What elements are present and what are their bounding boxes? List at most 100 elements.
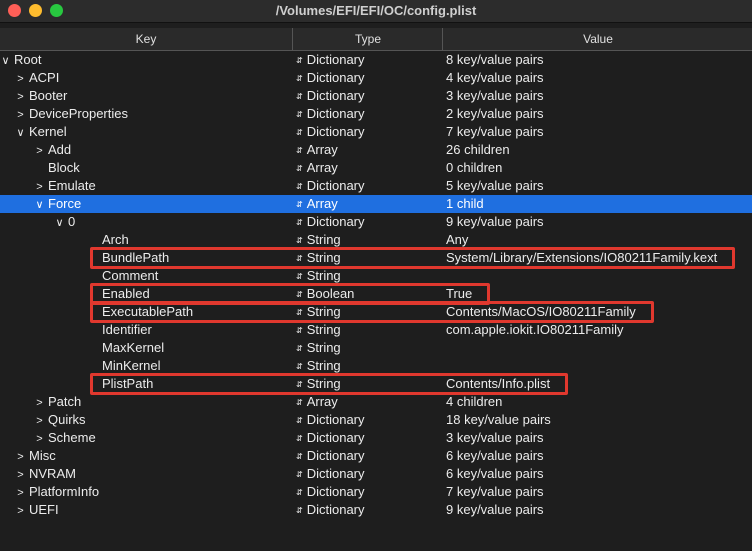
column-header-value[interactable]: Value bbox=[442, 28, 752, 50]
table-row[interactable]: MaxKernel ⇵ String bbox=[0, 339, 752, 357]
key-cell[interactable]: ∨ 0 bbox=[0, 213, 344, 232]
type-cell[interactable]: ⇵ String bbox=[296, 249, 442, 268]
key-cell[interactable]: > Misc bbox=[0, 447, 305, 466]
type-cell[interactable]: ⇵ Array bbox=[296, 141, 442, 160]
value-cell[interactable]: 3 key/value pairs bbox=[446, 87, 752, 105]
type-cell[interactable]: ⇵ Dictionary bbox=[296, 105, 442, 124]
table-row[interactable]: Enabled ⇵ Boolean True bbox=[0, 285, 752, 303]
value-cell[interactable]: 0 children bbox=[446, 159, 752, 177]
column-header-key[interactable]: Key bbox=[0, 28, 292, 50]
table-row[interactable]: Identifier ⇵ String com.apple.iokit.IO80211… bbox=[0, 321, 752, 339]
type-popup-arrows-icon[interactable]: ⇵ bbox=[296, 488, 303, 497]
value-cell[interactable]: 2 key/value pairs bbox=[446, 105, 752, 123]
key-cell[interactable]: > Booter bbox=[0, 87, 305, 106]
value-cell[interactable]: Contents/MacOS/IO80211Family bbox=[446, 303, 752, 321]
type-cell[interactable]: ⇵ String bbox=[296, 267, 442, 286]
key-cell[interactable]: > NVRAM bbox=[0, 465, 305, 484]
table-row[interactable]: PlistPath ⇵ String Contents/Info.plist bbox=[0, 375, 752, 393]
type-popup-arrows-icon[interactable]: ⇵ bbox=[296, 362, 303, 371]
type-cell[interactable]: ⇵ Dictionary bbox=[296, 123, 442, 142]
disclosure-collapsed-icon[interactable]: > bbox=[34, 394, 45, 412]
type-cell[interactable]: ⇵ Array bbox=[296, 195, 442, 214]
disclosure-expanded-icon[interactable]: ∨ bbox=[54, 214, 65, 232]
type-popup-arrows-icon[interactable]: ⇵ bbox=[296, 380, 303, 389]
type-cell[interactable]: ⇵ Boolean bbox=[296, 285, 442, 304]
disclosure-collapsed-icon[interactable]: > bbox=[15, 448, 26, 466]
column-header-type[interactable]: Type bbox=[292, 28, 443, 50]
disclosure-collapsed-icon[interactable]: > bbox=[34, 178, 45, 196]
type-cell[interactable]: ⇵ String bbox=[296, 339, 442, 358]
table-row[interactable]: MinKernel ⇵ String bbox=[0, 357, 752, 375]
type-cell[interactable]: ⇵ Dictionary bbox=[296, 447, 442, 466]
type-popup-arrows-icon[interactable]: ⇵ bbox=[296, 254, 303, 263]
type-popup-arrows-icon[interactable]: ⇵ bbox=[296, 200, 303, 209]
disclosure-collapsed-icon[interactable]: > bbox=[15, 70, 26, 88]
disclosure-collapsed-icon[interactable]: > bbox=[15, 484, 26, 502]
table-row[interactable]: > NVRAM ⇵ Dictionary 6 key/value pairs bbox=[0, 465, 752, 483]
table-row[interactable]: ExecutablePath ⇵ String Contents/MacOS/IO80… bbox=[0, 303, 752, 321]
type-cell[interactable]: ⇵ Dictionary bbox=[296, 177, 442, 196]
type-popup-arrows-icon[interactable]: ⇵ bbox=[296, 308, 303, 317]
disclosure-collapsed-icon[interactable]: > bbox=[15, 88, 26, 106]
type-popup-arrows-icon[interactable]: ⇵ bbox=[296, 344, 303, 353]
value-cell[interactable]: True bbox=[446, 285, 752, 303]
type-popup-arrows-icon[interactable]: ⇵ bbox=[296, 92, 303, 101]
disclosure-expanded-icon[interactable]: ∨ bbox=[34, 196, 45, 214]
table-row[interactable]: > Scheme ⇵ Dictionary 3 key/value pairs bbox=[0, 429, 752, 447]
key-cell[interactable]: > ACPI bbox=[0, 69, 305, 88]
table-row[interactable]: > PlatformInfo ⇵ Dictionary 7 key/value pair… bbox=[0, 483, 752, 501]
key-cell[interactable]: ∨ Kernel bbox=[0, 123, 305, 142]
type-popup-arrows-icon[interactable]: ⇵ bbox=[296, 398, 303, 407]
value-cell[interactable]: Contents/Info.plist bbox=[446, 375, 752, 393]
table-row[interactable]: ∨ Root ⇵ Dictionary 8 key/value pairs bbox=[0, 51, 752, 69]
table-row[interactable]: > Emulate ⇵ Dictionary 5 key/value pairs bbox=[0, 177, 752, 195]
type-cell[interactable]: ⇵ Dictionary bbox=[296, 51, 442, 70]
value-cell[interactable]: 9 key/value pairs bbox=[446, 213, 752, 231]
type-popup-arrows-icon[interactable]: ⇵ bbox=[296, 452, 303, 461]
value-cell[interactable]: 18 key/value pairs bbox=[446, 411, 752, 429]
table-row[interactable]: > UEFI ⇵ Dictionary 9 key/value pairs bbox=[0, 501, 752, 519]
type-popup-arrows-icon[interactable]: ⇵ bbox=[296, 434, 303, 443]
table-row[interactable]: > Misc ⇵ Dictionary 6 key/value pairs bbox=[0, 447, 752, 465]
value-cell[interactable]: 8 key/value pairs bbox=[446, 51, 752, 69]
type-popup-arrows-icon[interactable]: ⇵ bbox=[296, 146, 303, 155]
disclosure-expanded-icon[interactable]: ∨ bbox=[15, 124, 26, 142]
key-cell[interactable]: Block bbox=[0, 159, 324, 177]
value-cell[interactable]: System/Library/Extensions/IO80211Family.… bbox=[446, 249, 752, 267]
key-cell[interactable]: > Add bbox=[0, 141, 324, 160]
key-cell[interactable]: > Patch bbox=[0, 393, 324, 412]
value-cell[interactable]: 3 key/value pairs bbox=[446, 429, 752, 447]
key-cell[interactable]: > DeviceProperties bbox=[0, 105, 305, 124]
type-popup-arrows-icon[interactable]: ⇵ bbox=[296, 110, 303, 119]
type-popup-arrows-icon[interactable]: ⇵ bbox=[296, 218, 303, 227]
table-row[interactable]: ∨ Kernel ⇵ Dictionary 7 key/value pairs bbox=[0, 123, 752, 141]
value-cell[interactable]: 9 key/value pairs bbox=[446, 501, 752, 519]
type-cell[interactable]: ⇵ Dictionary bbox=[296, 465, 442, 484]
type-popup-arrows-icon[interactable]: ⇵ bbox=[296, 290, 303, 299]
type-popup-arrows-icon[interactable]: ⇵ bbox=[296, 56, 303, 65]
type-popup-arrows-icon[interactable]: ⇵ bbox=[296, 236, 303, 245]
table-row[interactable]: > DeviceProperties ⇵ Dictionary 2 key/value … bbox=[0, 105, 752, 123]
disclosure-collapsed-icon[interactable]: > bbox=[15, 502, 26, 520]
type-popup-arrows-icon[interactable]: ⇵ bbox=[296, 326, 303, 335]
type-cell[interactable]: ⇵ String bbox=[296, 303, 442, 322]
type-popup-arrows-icon[interactable]: ⇵ bbox=[296, 74, 303, 83]
type-cell[interactable]: ⇵ String bbox=[296, 321, 442, 340]
type-popup-arrows-icon[interactable]: ⇵ bbox=[296, 416, 303, 425]
value-cell[interactable]: 7 key/value pairs bbox=[446, 483, 752, 501]
table-row[interactable]: > Patch ⇵ Array 4 children bbox=[0, 393, 752, 411]
key-cell[interactable]: > PlatformInfo bbox=[0, 483, 305, 502]
key-cell[interactable]: > UEFI bbox=[0, 501, 305, 520]
type-cell[interactable]: ⇵ Dictionary bbox=[296, 429, 442, 448]
table-row[interactable]: > ACPI ⇵ Dictionary 4 key/value pairs bbox=[0, 69, 752, 87]
key-cell[interactable]: ∨ Force bbox=[0, 195, 324, 214]
value-cell[interactable]: com.apple.iokit.IO80211Family bbox=[446, 321, 752, 339]
type-cell[interactable]: ⇵ Dictionary bbox=[296, 501, 442, 520]
value-cell[interactable]: Any bbox=[446, 231, 752, 249]
table-row[interactable]: Block ⇵ Array 0 children bbox=[0, 159, 752, 177]
value-cell[interactable]: 7 key/value pairs bbox=[446, 123, 752, 141]
value-cell[interactable]: 4 children bbox=[446, 393, 752, 411]
value-cell[interactable]: 26 children bbox=[446, 141, 752, 159]
table-row[interactable]: Arch ⇵ String Any bbox=[0, 231, 752, 249]
type-cell[interactable]: ⇵ Dictionary bbox=[296, 87, 442, 106]
